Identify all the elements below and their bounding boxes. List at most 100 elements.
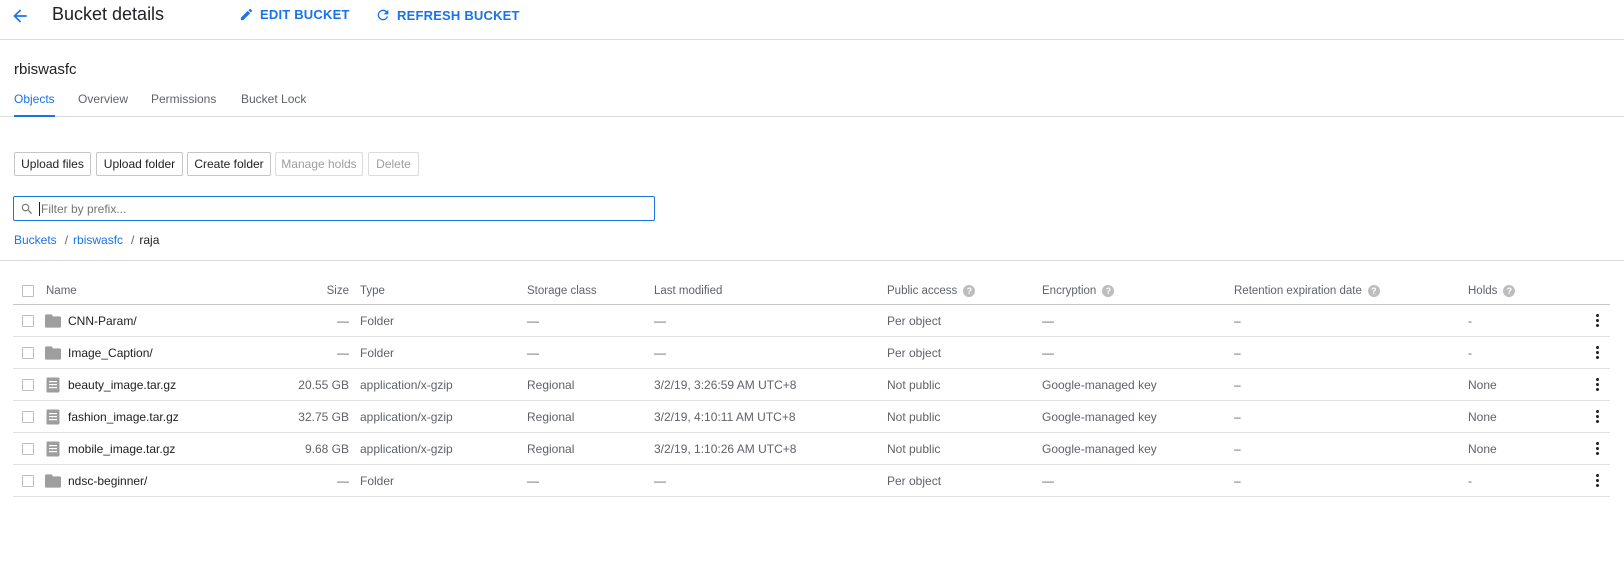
col-holds[interactable]: Holds ? <box>1468 277 1516 304</box>
file-icon <box>44 433 62 464</box>
help-icon[interactable]: ? <box>963 284 976 297</box>
more-options-icon[interactable] <box>1595 377 1599 392</box>
more-options-icon[interactable] <box>1595 441 1599 456</box>
objects-table: Name Size Type Storage class Last modifi… <box>13 277 1610 497</box>
table-row[interactable]: CNN-Param/ — Folder — — Per object — – - <box>13 305 1610 337</box>
col-encryption[interactable]: Encryption ? <box>1042 277 1115 304</box>
table-row[interactable]: Image_Caption/ — Folder — — Per object — – - <box>13 337 1610 369</box>
col-public-access[interactable]: Public access ? <box>887 277 976 304</box>
object-public-access: Not public <box>887 409 941 424</box>
help-icon[interactable]: ? <box>1367 284 1380 297</box>
col-retention[interactable]: Retention expiration date ? <box>1234 277 1380 304</box>
page-header: Bucket details EDIT BUCKET REFRESH BUCKE… <box>0 0 1624 40</box>
object-holds: None <box>1468 409 1497 424</box>
object-type: application/x-gzip <box>360 377 453 392</box>
upload-files-button[interactable]: Upload files <box>14 152 91 176</box>
row-checkbox[interactable] <box>22 410 34 423</box>
col-storage-class[interactable]: Storage class <box>527 277 597 304</box>
object-name[interactable]: CNN-Param/ <box>68 305 137 336</box>
object-name[interactable]: mobile_image.tar.gz <box>68 433 175 464</box>
row-checkbox[interactable] <box>22 314 34 327</box>
row-checkbox[interactable] <box>22 346 34 359</box>
object-storage-class: Regional <box>527 441 575 456</box>
more-options-icon[interactable] <box>1595 345 1599 360</box>
object-holds: - <box>1468 313 1472 328</box>
breadcrumb-current: raja <box>139 233 160 247</box>
breadcrumb-separator: / <box>131 233 135 247</box>
object-type: Folder <box>360 345 395 360</box>
object-storage-class: Regional <box>527 409 575 424</box>
object-size: 20.55 GB <box>298 377 349 392</box>
more-options-icon[interactable] <box>1595 409 1599 424</box>
folder-icon <box>44 337 62 368</box>
folder-icon <box>44 465 62 496</box>
edit-bucket-button[interactable]: EDIT BUCKET <box>239 7 350 22</box>
object-type: application/x-gzip <box>360 409 453 424</box>
refresh-bucket-label: REFRESH BUCKET <box>397 7 520 23</box>
row-checkbox[interactable] <box>22 474 34 487</box>
object-encryption: Google-managed key <box>1042 377 1157 392</box>
object-retention: – <box>1234 473 1241 488</box>
object-storage-class: — <box>527 345 539 360</box>
object-public-access: Not public <box>887 377 941 392</box>
col-type[interactable]: Type <box>360 277 385 304</box>
object-public-access: Per object <box>887 473 942 488</box>
object-name[interactable]: beauty_image.tar.gz <box>68 369 176 400</box>
object-last-modified: 3/2/19, 3:26:59 AM UTC+8 <box>654 377 797 392</box>
object-public-access: Per object <box>887 313 942 328</box>
object-last-modified: 3/2/19, 1:10:26 AM UTC+8 <box>654 441 797 456</box>
divider <box>0 260 1624 261</box>
help-icon[interactable]: ? <box>1503 284 1516 297</box>
table-row[interactable]: beauty_image.tar.gz 20.55 GB application/x… <box>13 369 1610 401</box>
object-encryption: — <box>1042 473 1054 488</box>
col-name[interactable]: Name <box>46 277 77 304</box>
tab-permissions[interactable]: Permissions <box>151 92 216 117</box>
select-all-checkbox[interactable] <box>22 284 34 297</box>
col-public-access-label: Public access <box>887 284 958 297</box>
more-options-icon[interactable] <box>1595 313 1599 328</box>
tab-overview[interactable]: Overview <box>78 92 128 117</box>
object-name[interactable]: Image_Caption/ <box>68 337 153 368</box>
breadcrumb-buckets[interactable]: Buckets <box>14 233 57 247</box>
table-row[interactable]: fashion_image.tar.gz 32.75 GB application/… <box>13 401 1610 433</box>
object-encryption: — <box>1042 345 1054 360</box>
tab-objects[interactable]: Objects <box>14 92 55 117</box>
object-holds: - <box>1468 345 1472 360</box>
refresh-icon <box>377 9 389 21</box>
manage-holds-button[interactable]: Manage holds <box>275 152 363 176</box>
tab-bucket-lock[interactable]: Bucket Lock <box>241 92 306 117</box>
object-name[interactable]: fashion_image.tar.gz <box>68 401 179 432</box>
table-header: Name Size Type Storage class Last modifi… <box>13 277 1610 305</box>
table-row[interactable]: ndsc-beginner/ — Folder — — Per object — – - <box>13 465 1610 497</box>
filter-input[interactable] <box>39 201 639 216</box>
delete-button[interactable]: Delete <box>368 152 419 176</box>
object-size: 9.68 GB <box>304 441 349 456</box>
col-last-modified[interactable]: Last modified <box>654 277 722 304</box>
object-last-modified: — <box>654 313 666 328</box>
breadcrumb-bucket[interactable]: rbiswasfc <box>73 233 123 247</box>
folder-icon <box>44 305 62 336</box>
pencil-icon <box>240 8 253 21</box>
col-size[interactable]: Size <box>213 277 349 304</box>
object-holds: - <box>1468 473 1472 488</box>
breadcrumb: Buckets / rbiswasfc / raja <box>14 233 159 247</box>
object-storage-class: Regional <box>527 377 575 392</box>
row-checkbox[interactable] <box>22 442 34 455</box>
object-name[interactable]: ndsc-beginner/ <box>68 465 147 496</box>
create-folder-button[interactable]: Create folder <box>187 152 271 176</box>
object-last-modified: 3/2/19, 4:10:11 AM UTC+8 <box>654 409 796 424</box>
object-encryption: Google-managed key <box>1042 441 1157 456</box>
object-last-modified: — <box>654 345 666 360</box>
table-row[interactable]: mobile_image.tar.gz 9.68 GB application/x-… <box>13 433 1610 465</box>
breadcrumb-separator: / <box>64 233 69 247</box>
object-size: — <box>337 345 349 360</box>
back-arrow-icon[interactable] <box>8 4 32 28</box>
object-encryption: — <box>1042 313 1054 328</box>
more-options-icon[interactable] <box>1595 473 1599 488</box>
object-last-modified: — <box>654 473 666 488</box>
row-checkbox[interactable] <box>22 378 34 391</box>
help-icon[interactable]: ? <box>1102 284 1115 297</box>
refresh-bucket-button[interactable]: REFRESH BUCKET <box>375 7 520 23</box>
upload-folder-button[interactable]: Upload folder <box>96 152 183 176</box>
object-holds: None <box>1468 377 1497 392</box>
